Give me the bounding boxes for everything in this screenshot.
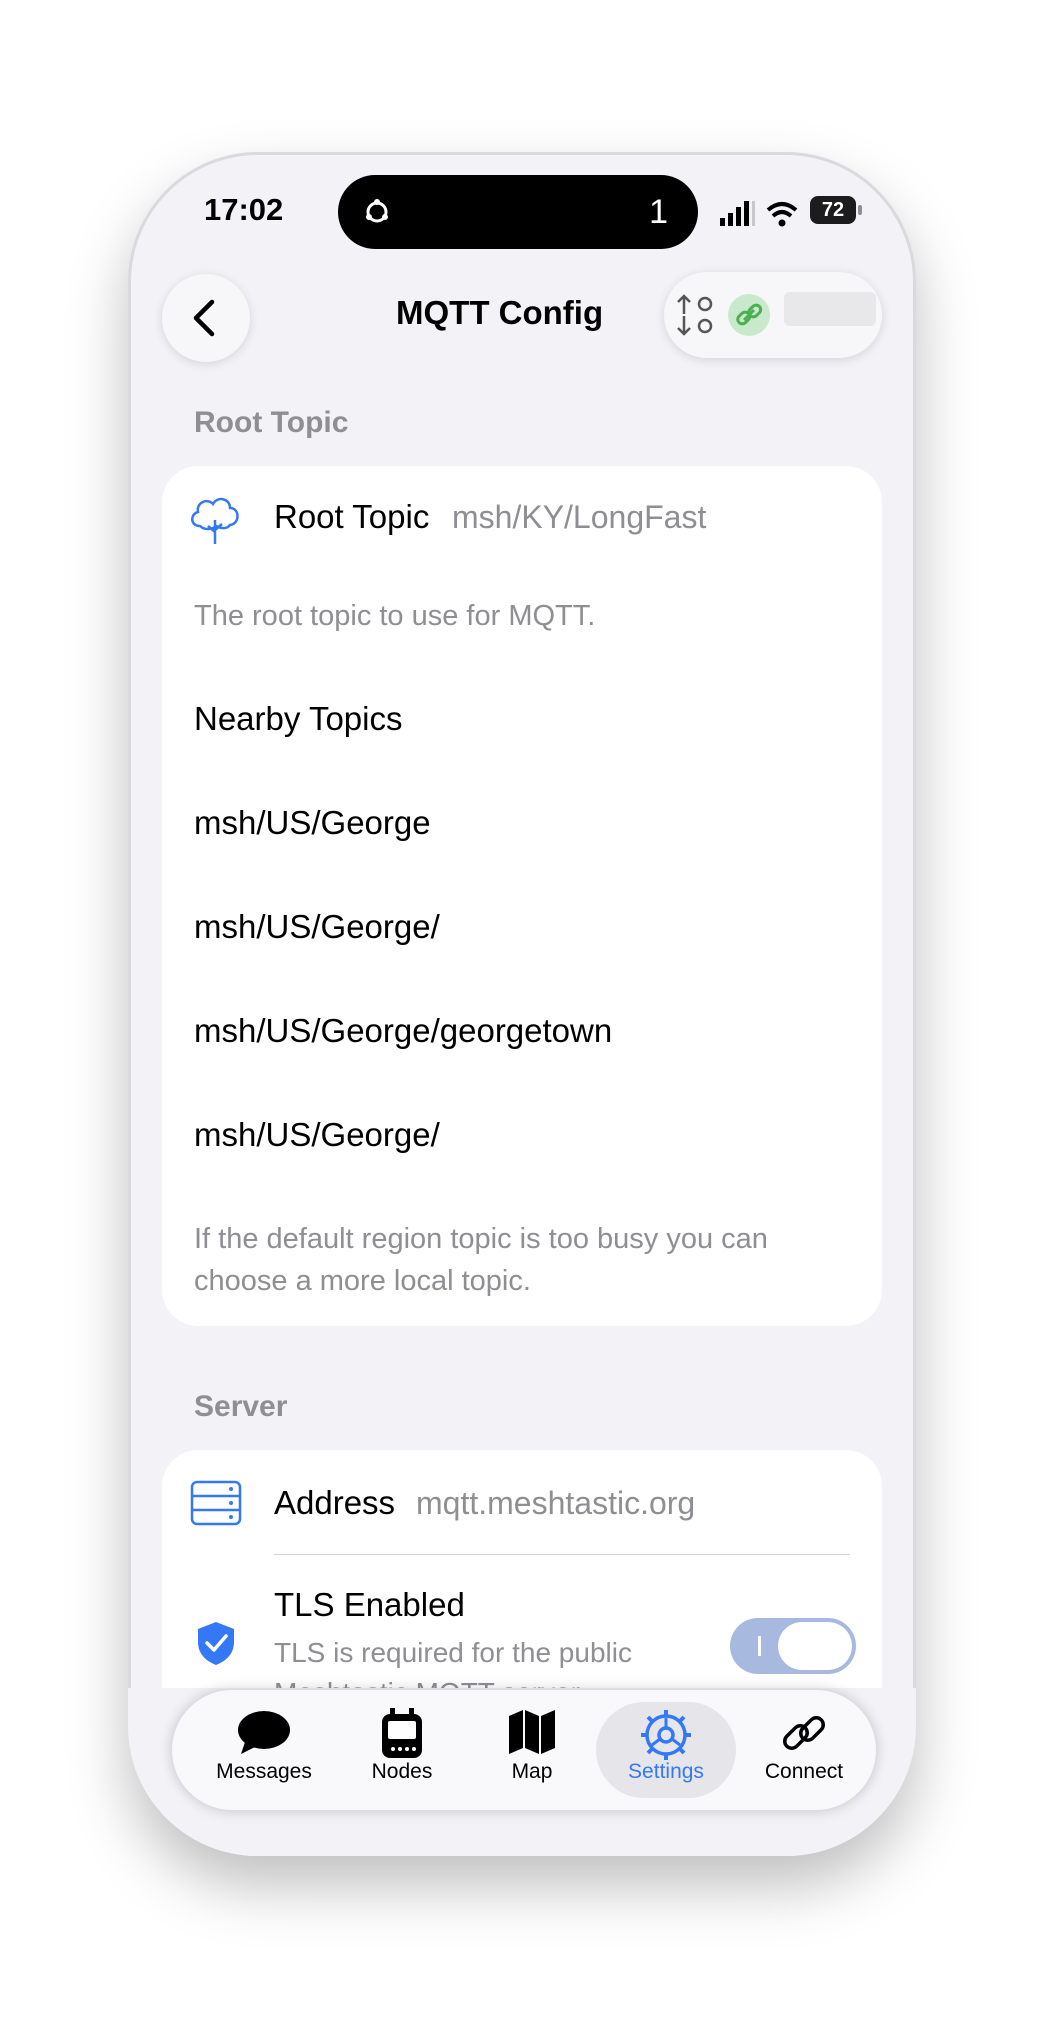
tab-label: Map xyxy=(511,1760,553,1783)
nearby-topics-label: Nearby Topics xyxy=(194,700,403,737)
root-topic-label: Root Topic xyxy=(274,498,430,535)
battery-tip xyxy=(858,205,862,215)
link-icon xyxy=(783,1716,825,1750)
root-topic-note: The root topic to use for MQTT. xyxy=(194,600,596,632)
connection-status-badge[interactable] xyxy=(728,294,770,336)
sort-arrows-icon[interactable] xyxy=(674,292,718,338)
tab-label: Connect xyxy=(764,1760,844,1783)
chevron-left-icon xyxy=(193,299,215,337)
tls-note-line1: TLS is required for the public xyxy=(274,1637,632,1668)
tls-enabled-toggle[interactable] xyxy=(730,1618,856,1674)
dynamic-island: 1 xyxy=(338,175,698,249)
section-header-root-topic: Root Topic xyxy=(194,406,349,439)
tls-enabled-label: TLS Enabled xyxy=(274,1586,465,1623)
map-icon xyxy=(509,1710,555,1754)
tab-label: Settings xyxy=(628,1760,704,1783)
tab-label: Messages xyxy=(216,1760,312,1783)
toolbar-pill xyxy=(664,272,882,358)
nearby-topic-item[interactable]: msh/US/George/ xyxy=(194,908,440,946)
section-header-server: Server xyxy=(194,1390,288,1423)
message-bubble-icon xyxy=(238,1711,290,1754)
nearby-topic-item[interactable]: msh/US/George/georgetown xyxy=(194,1012,612,1050)
root-topic-input[interactable]: msh/KY/LongFast xyxy=(452,499,706,536)
toggle-on-indicator xyxy=(758,1636,761,1656)
tab-nodes[interactable]: Nodes xyxy=(332,1702,472,1798)
tab-settings[interactable]: Settings xyxy=(596,1702,736,1798)
battery-icon: 72 xyxy=(810,196,856,224)
link-icon xyxy=(736,303,763,326)
nearby-topic-item[interactable]: msh/US/George/ xyxy=(194,1116,440,1154)
tab-messages[interactable]: Messages xyxy=(194,1702,334,1798)
node-name-placeholder xyxy=(784,292,876,326)
tab-bar: Messages Nodes Map Settings Connect xyxy=(172,1690,876,1810)
activity-ring-icon xyxy=(366,199,388,223)
root-topic-card: Root Topic msh/KY/LongFast The root topi… xyxy=(162,466,882,1326)
nearby-topic-item[interactable]: msh/US/George xyxy=(194,804,431,842)
back-button[interactable] xyxy=(162,274,250,362)
address-input[interactable]: mqtt.meshtastic.org xyxy=(416,1485,695,1522)
gear-icon xyxy=(641,1710,691,1760)
nearby-topics-note-line2: choose a more local topic. xyxy=(194,1265,531,1297)
toggle-knob xyxy=(778,1622,852,1670)
server-icon xyxy=(190,1480,242,1526)
status-time: 17:02 xyxy=(204,192,284,227)
row-divider xyxy=(274,1554,850,1555)
address-label: Address xyxy=(274,1484,396,1521)
shield-check-icon xyxy=(198,1622,234,1665)
phone-screen: 17:02 1 72 MQTT Config Root Topic Root T… xyxy=(128,152,916,1856)
tab-connect[interactable]: Connect xyxy=(734,1702,874,1798)
nearby-topics-note-line1: If the default region topic is too busy … xyxy=(194,1223,768,1255)
tab-map[interactable]: Map xyxy=(462,1702,602,1798)
device-icon xyxy=(382,1708,422,1758)
tree-icon xyxy=(191,497,239,544)
page-title: MQTT Config xyxy=(396,294,604,331)
island-count: 1 xyxy=(649,193,668,231)
tab-label: Nodes xyxy=(371,1760,433,1783)
